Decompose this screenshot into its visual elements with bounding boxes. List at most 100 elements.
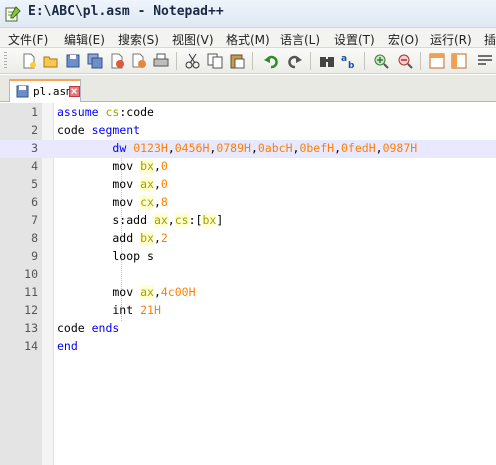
undo-icon[interactable] <box>262 52 280 70</box>
line-code: mov ax,0 <box>57 177 168 191</box>
code-line[interactable]: 10 <box>0 266 496 284</box>
window-title: E:\ABC\pl.asm - Notepad++ <box>28 4 224 19</box>
menu-macro[interactable]: 宏(O) <box>388 31 419 48</box>
sync-horizontal-icon[interactable] <box>450 52 468 70</box>
line-code: assume cs:code <box>57 105 154 119</box>
zoom-in-icon[interactable] <box>372 52 390 70</box>
code-lines: 1 assume cs:code 2 code segment 3 dw 0123H,0… <box>0 104 496 356</box>
line-code: end <box>57 339 78 353</box>
save-all-icon[interactable] <box>86 52 104 70</box>
code-token: ax <box>153 213 168 227</box>
code-line[interactable]: 4 mov bx,0 <box>0 158 496 176</box>
menu-file[interactable]: 文件(F) <box>8 31 48 48</box>
toolbar-grip[interactable] <box>4 52 7 70</box>
toolbar-separator <box>364 52 365 70</box>
code-token: cs <box>174 213 189 227</box>
code-token: bx <box>202 213 217 227</box>
line-number: 2 <box>31 123 38 137</box>
code-editor[interactable]: 1 assume cs:code 2 code segment 3 dw 0123H,0… <box>0 103 496 465</box>
menu-run[interactable]: 运行(R) <box>430 31 472 48</box>
code-token: ] <box>216 213 224 227</box>
code-token: code <box>57 321 92 335</box>
line-code: mov cx,8 <box>57 195 168 209</box>
code-token: end <box>57 339 78 353</box>
code-token: ax <box>140 177 154 191</box>
code-token: 0456H <box>174 141 210 155</box>
code-token: , <box>375 141 383 155</box>
zoom-out-icon[interactable] <box>396 52 414 70</box>
code-line[interactable]: 6 mov cx,8 <box>0 194 496 212</box>
code-line[interactable]: 12 int 21H <box>0 302 496 320</box>
line-code: code segment <box>57 123 140 137</box>
line-number: 3 <box>31 141 38 155</box>
code-line[interactable]: 14 end <box>0 338 496 356</box>
close-all-icon[interactable] <box>130 52 148 70</box>
code-token: add <box>57 231 141 245</box>
code-line[interactable]: 9 loop s <box>0 248 496 266</box>
code-token: mov <box>57 195 141 209</box>
tab-label: pl.asm <box>33 85 73 98</box>
menu-settings[interactable]: 设置(T) <box>334 31 375 48</box>
code-token: 0 <box>160 159 168 173</box>
toolbar-separator <box>176 52 177 70</box>
paste-icon[interactable] <box>228 52 246 70</box>
find-icon[interactable] <box>318 52 336 70</box>
line-code: mov ax,4c00H <box>57 285 196 299</box>
print-icon[interactable] <box>152 52 170 70</box>
code-token: , <box>167 141 175 155</box>
code-token: , <box>167 213 175 227</box>
code-line[interactable]: 13 code ends <box>0 320 496 338</box>
code-token: 0 <box>160 177 168 191</box>
cut-icon[interactable] <box>184 52 202 70</box>
line-number: 8 <box>31 231 38 245</box>
code-line[interactable]: 11 mov ax,4c00H <box>0 284 496 302</box>
menu-format[interactable]: 格式(M) <box>226 31 270 48</box>
menu-search[interactable]: 搜索(S) <box>118 31 159 48</box>
code-token: cx <box>140 195 154 209</box>
line-number: 7 <box>31 213 38 227</box>
code-token: ax <box>140 285 154 299</box>
new-file-icon[interactable] <box>20 52 38 70</box>
code-line[interactable]: 5 mov ax,0 <box>0 176 496 194</box>
sync-vertical-icon[interactable] <box>428 52 446 70</box>
save-icon[interactable] <box>64 52 82 70</box>
code-line[interactable]: 1 assume cs:code <box>0 104 496 122</box>
line-number: 12 <box>24 303 38 317</box>
code-token: ends <box>91 321 120 335</box>
code-line[interactable]: 3 dw 0123H,0456H,0789H,0abcH,0befH,0fedH… <box>0 140 496 158</box>
code-token: 0789H <box>216 141 251 155</box>
code-token: , <box>153 177 161 191</box>
tab-close-icon[interactable] <box>69 86 80 97</box>
menu-language[interactable]: 语言(L) <box>280 31 320 48</box>
code-token: 0abcH <box>257 141 293 155</box>
code-token: 0befH <box>299 141 335 155</box>
toolbar: a b <box>0 48 496 74</box>
close-icon[interactable] <box>108 52 126 70</box>
menu-edit[interactable]: 编辑(E) <box>64 31 105 48</box>
code-token: , <box>334 141 341 155</box>
redo-icon[interactable] <box>286 52 304 70</box>
code-token: , <box>250 141 258 155</box>
toolbar-separator <box>310 52 311 70</box>
code-line[interactable]: 7 s:add ax,cs:[bx] <box>0 212 496 230</box>
menu-plugins[interactable]: 插 <box>484 31 496 48</box>
menu-view[interactable]: 视图(V) <box>172 31 214 48</box>
word-wrap-icon[interactable] <box>476 52 494 70</box>
line-number: 10 <box>24 267 38 281</box>
code-token: 8 <box>160 195 168 209</box>
toolbar-separator <box>252 52 253 70</box>
copy-icon[interactable] <box>206 52 224 70</box>
code-token: , <box>153 231 161 245</box>
line-number: 11 <box>24 285 38 299</box>
tab-pl-asm[interactable]: pl.asm <box>9 79 81 102</box>
line-number: 13 <box>24 321 38 335</box>
toolbar-separator <box>420 52 421 70</box>
code-line[interactable]: 8 add bx,2 <box>0 230 496 248</box>
replace-icon[interactable]: a b <box>340 52 358 70</box>
code-token: mov <box>57 285 141 299</box>
code-line[interactable]: 2 code segment <box>0 122 496 140</box>
open-file-icon[interactable] <box>42 52 60 70</box>
line-code: code ends <box>57 321 119 335</box>
code-token: mov <box>57 159 141 173</box>
